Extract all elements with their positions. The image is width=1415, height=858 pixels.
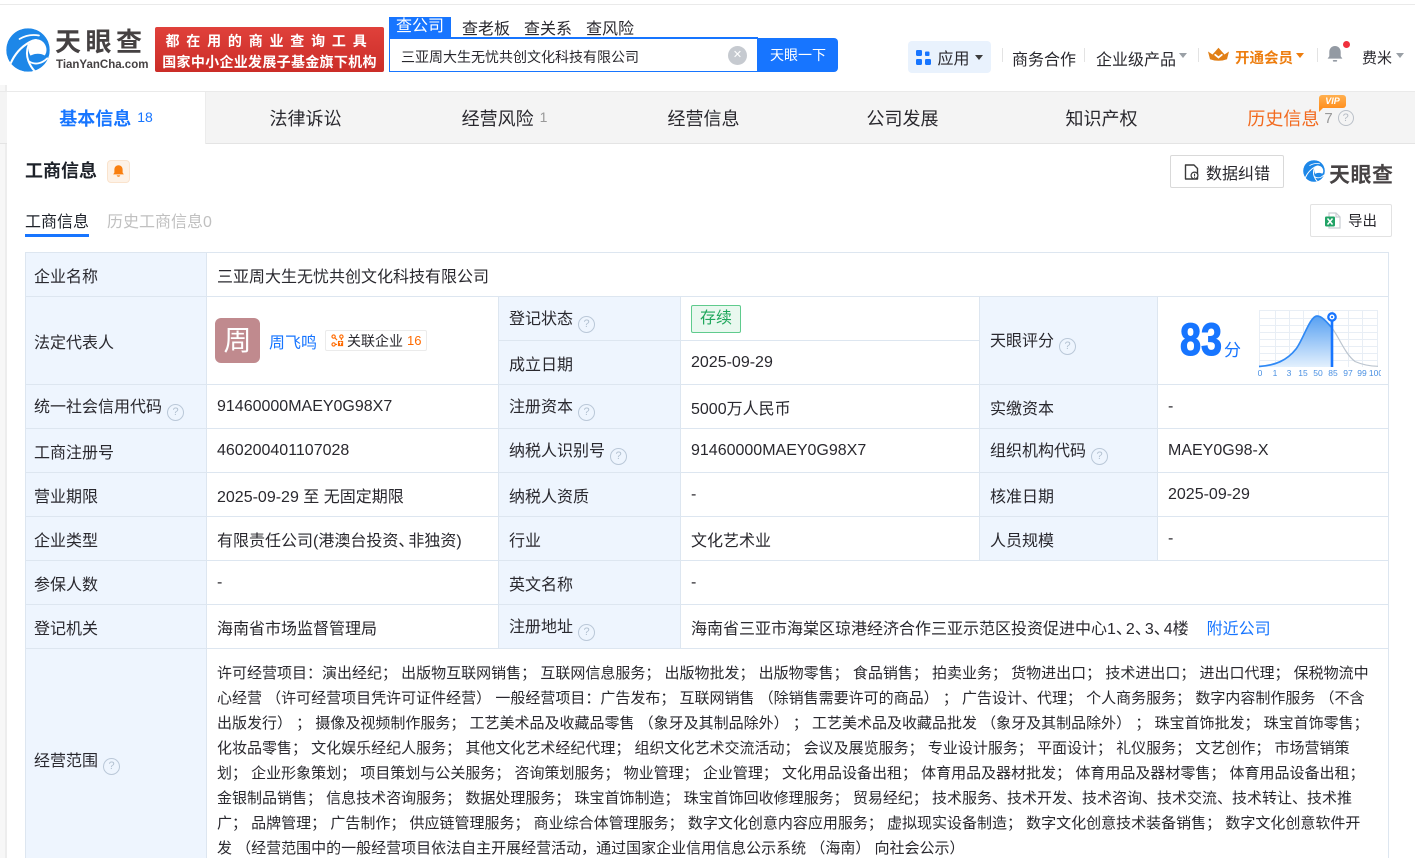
svg-text:97: 97: [1343, 368, 1353, 377]
svg-text:0: 0: [1258, 368, 1263, 377]
svg-text:100: 100: [1369, 368, 1381, 377]
svg-text:99: 99: [1357, 368, 1367, 377]
svg-text:85: 85: [1328, 368, 1338, 377]
svg-text:3: 3: [1287, 368, 1292, 377]
svg-text:15: 15: [1298, 368, 1308, 377]
svg-text:1: 1: [1273, 368, 1278, 377]
svg-text:50: 50: [1313, 368, 1323, 377]
